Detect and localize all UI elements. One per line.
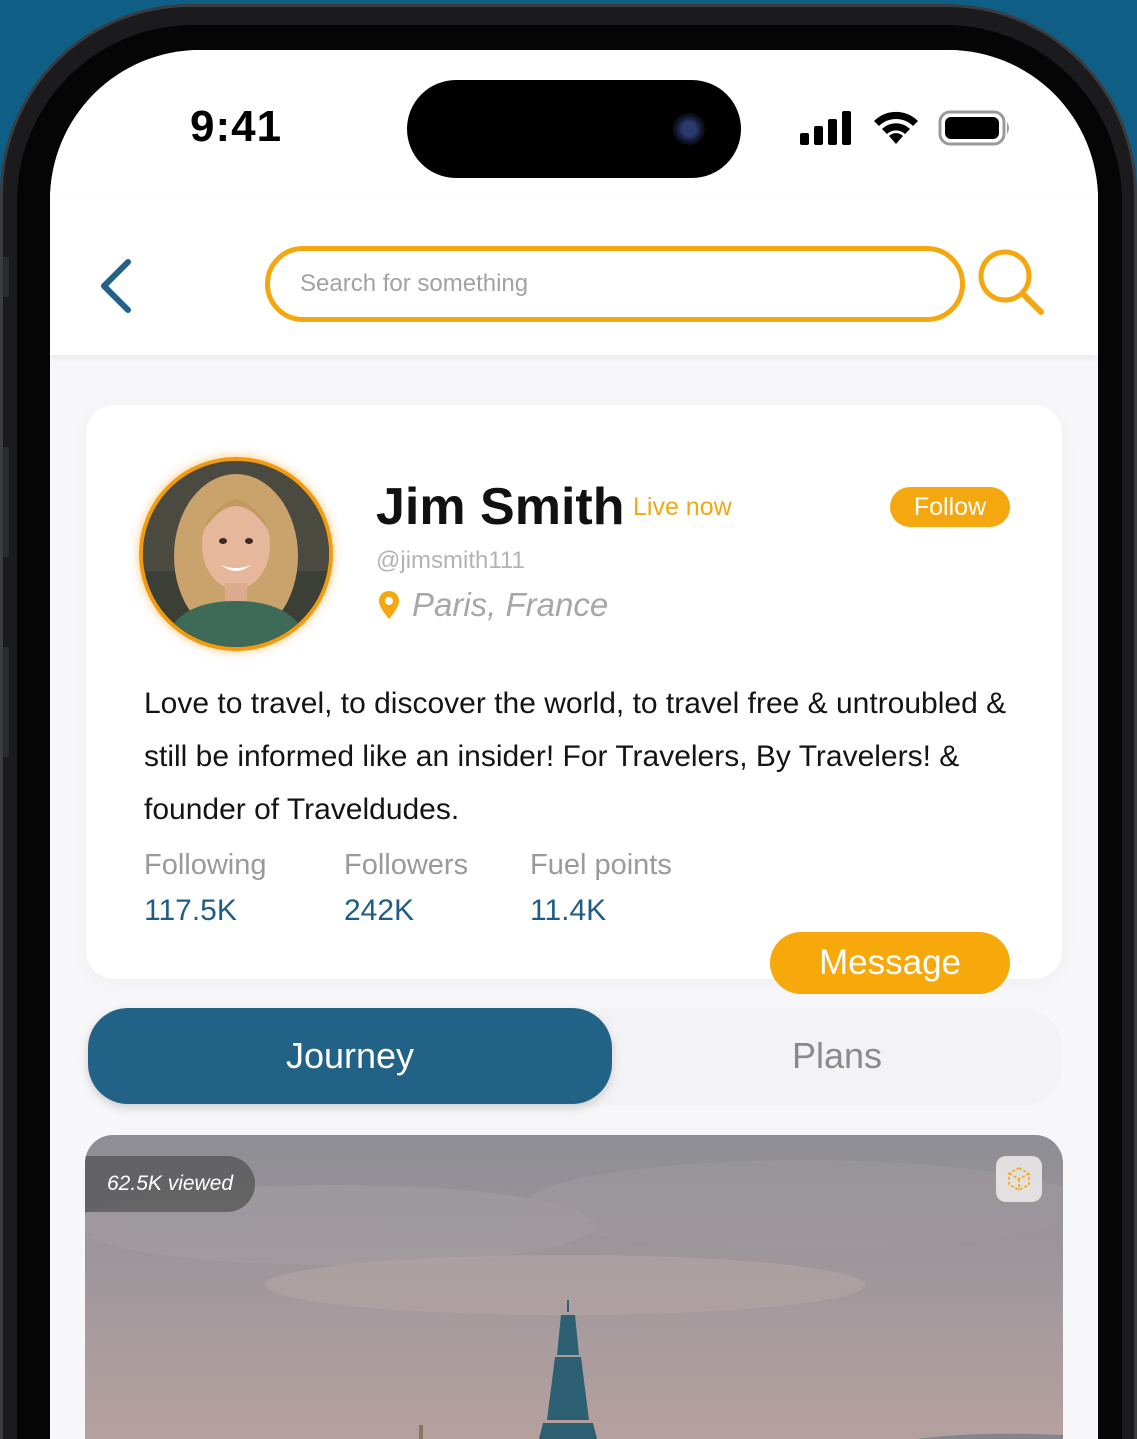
phone-screen: 9:41 Search for something Jim Smith Live… <box>50 50 1098 1439</box>
wifi-icon <box>874 111 918 144</box>
profile-location: Paris, France <box>378 586 608 624</box>
chevron-left-icon <box>101 259 131 313</box>
journey-post-image[interactable]: 62.5K viewed <box>85 1135 1063 1439</box>
avatar[interactable] <box>139 457 333 651</box>
volume-up-button <box>3 447 9 557</box>
message-button[interactable]: Message <box>770 932 1010 994</box>
map-pin-icon <box>379 591 399 619</box>
stat-followers[interactable]: Followers 242K <box>344 849 468 928</box>
search-icon <box>978 249 1044 315</box>
stat-label: Fuel points <box>530 849 672 881</box>
profile-bio: Love to travel, to discover the world, t… <box>144 687 1007 826</box>
stat-label: Followers <box>344 849 469 881</box>
status-time: 9:41 <box>190 102 283 151</box>
live-now-label[interactable]: Live now <box>633 493 732 522</box>
ar-cube-icon <box>1008 1167 1030 1191</box>
dynamic-island <box>407 80 741 178</box>
ar-view-button[interactable] <box>996 1156 1042 1202</box>
battery-icon <box>938 110 1009 146</box>
stat-following[interactable]: Following 117.5K <box>144 849 267 928</box>
views-badge: 62.5K viewed <box>85 1156 255 1212</box>
profile-tabs: Journey Plans <box>86 1008 1062 1106</box>
app-header <box>50 200 1098 355</box>
volume-down-button <box>3 647 9 757</box>
location-text: Paris, France <box>412 586 609 623</box>
follow-button[interactable]: Follow <box>890 487 1010 527</box>
stat-fuel-points[interactable]: Fuel points 11.4K <box>530 849 672 928</box>
profile-name: Jim Smith <box>376 478 625 536</box>
side-button <box>3 257 9 297</box>
cellular-signal-icon <box>800 111 851 145</box>
tab-journey[interactable]: Journey <box>88 1008 612 1104</box>
front-camera <box>673 113 705 145</box>
profile-handle: @jimsmith111 <box>376 547 525 574</box>
search-box[interactable] <box>265 246 965 322</box>
stat-value: 242K <box>344 894 415 927</box>
avatar-photo <box>143 461 329 647</box>
back-button[interactable] <box>94 254 142 318</box>
search-button[interactable] <box>975 246 1047 318</box>
stat-value: 117.5K <box>144 894 237 927</box>
profile-card: Jim Smith Live now Follow @jimsmith111 P… <box>86 405 1062 994</box>
tab-plans[interactable]: Plans <box>612 1008 1062 1104</box>
stat-label: Following <box>144 849 267 881</box>
search-input[interactable] <box>300 263 920 305</box>
status-icons <box>800 110 1012 146</box>
stat-value: 11.4K <box>530 894 607 927</box>
status-bar: 9:41 <box>50 50 1098 200</box>
